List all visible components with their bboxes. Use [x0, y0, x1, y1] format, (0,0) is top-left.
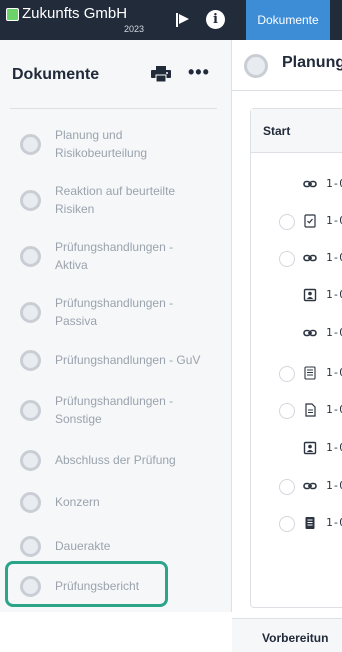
sidebar-item-label: Prüfungshandlungen - Sonstige — [55, 394, 174, 426]
checklist-icon — [303, 214, 317, 228]
checkbox[interactable] — [279, 214, 295, 230]
sidebar-item-reaktion[interactable]: Reaktion auf beurteilte Risiken — [0, 180, 222, 220]
sidebar-title: Dokumente — [12, 66, 100, 83]
document-icon — [303, 403, 317, 417]
status-circle-icon — [244, 54, 268, 78]
list-item[interactable]: 1-0 — [251, 395, 342, 429]
status-circle-icon — [20, 400, 41, 421]
list-item[interactable]: 1-0 — [251, 433, 342, 467]
contact-card-icon — [303, 288, 317, 302]
main-content: Planung Start 1-0 1-0 1-0 1-0 1-0 1-0 1-0 1-0 1-… — [232, 40, 342, 652]
status-circle-icon — [20, 350, 41, 371]
list-item[interactable]: 1-0 — [251, 471, 342, 505]
tab-dokumente[interactable]: Dokumente — [246, 0, 330, 40]
checkbox[interactable] — [279, 479, 295, 495]
document-code: 1-0 — [326, 326, 342, 339]
section-label: Vorbereitun — [262, 631, 329, 645]
company-status-icon — [6, 7, 19, 21]
sidebar-item-sonstige[interactable]: Prüfungshandlungen - Sonstige — [0, 390, 222, 430]
list-item[interactable]: 1-0 — [251, 169, 342, 203]
document-code: 1-0 — [326, 251, 342, 264]
sidebar-item-label: Konzern — [55, 495, 100, 509]
section-label: Start — [263, 124, 291, 138]
print-icon[interactable] — [151, 66, 171, 82]
list-item[interactable]: 1-0 — [251, 206, 342, 240]
main-divider — [232, 90, 342, 91]
section-panel-start: Start 1-0 1-0 1-0 1-0 1-0 1-0 1-0 1-0 1-0 1-0 — [250, 108, 342, 608]
sidebar-item-abschluss[interactable]: Abschluss der Prüfung — [0, 446, 222, 474]
checkbox[interactable] — [279, 251, 295, 267]
document-code: 1-0 — [326, 214, 342, 227]
company-selector[interactable]: Zukunfts GmbH — [6, 6, 127, 22]
sidebar-item-label: Planung und Risikobeurteilung — [55, 128, 148, 160]
section-header[interactable]: Start — [251, 109, 342, 153]
list-item[interactable]: 1-0 — [251, 280, 342, 314]
list-item[interactable]: 1-0 — [251, 318, 342, 352]
selection-highlight — [5, 561, 168, 607]
list-item[interactable]: 1-0 — [251, 508, 342, 542]
sidebar-item-label: Prüfungshandlungen - Aktiva — [55, 240, 174, 272]
link-icon — [303, 177, 317, 191]
status-circle-icon — [20, 450, 41, 471]
checkbox[interactable] — [279, 366, 295, 382]
status-circle-icon — [20, 536, 41, 557]
info-icon[interactable]: i — [206, 10, 225, 29]
more-options-icon[interactable]: ••• — [188, 62, 210, 83]
sidebar-item-label: Abschluss der Prüfung — [55, 453, 176, 467]
sidebar-item-passiva[interactable]: Prüfungshandlungen - Passiva — [0, 292, 222, 332]
status-circle-icon — [20, 246, 41, 267]
list-doc-icon — [303, 366, 317, 380]
status-circle-icon — [20, 134, 41, 155]
list-item[interactable]: 1-0 — [251, 358, 342, 392]
sidebar-item-guv[interactable]: Prüfungshandlungen - GuV — [0, 346, 222, 374]
sidebar-item-konzern[interactable]: Konzern — [0, 488, 222, 516]
status-circle-icon — [20, 302, 41, 323]
sidebar-item-planung[interactable]: Planung und Risikobeurteilung — [0, 124, 222, 164]
document-code: 1-0 — [326, 366, 342, 379]
checkbox[interactable] — [279, 403, 295, 419]
document-code: 1-0 — [326, 479, 342, 492]
sidebar-item-label: Prüfungshandlungen - Passiva — [55, 296, 174, 328]
sidebar-divider — [10, 108, 217, 109]
sidebar-item-label: Prüfungshandlungen - GuV — [55, 353, 201, 367]
status-circle-icon — [20, 492, 41, 513]
top-bar: Zukunfts GmbH 2023 i Dokumente — [0, 0, 342, 40]
sidebar-item-label: Dauerakte — [55, 539, 111, 553]
list-item[interactable]: 1-0 — [251, 243, 342, 277]
document-code: 1-0 — [326, 516, 342, 529]
flag-icon[interactable] — [174, 11, 192, 29]
document-code: 1-0 — [326, 177, 342, 190]
document-code: 1-0 — [326, 403, 342, 416]
sidebar-item-aktiva[interactable]: Prüfungshandlungen - Aktiva — [0, 236, 222, 276]
sidebar-item-dauerakte[interactable]: Dauerakte — [0, 532, 222, 560]
document-code: 1-0 — [326, 441, 342, 454]
document-code: 1-0 — [326, 288, 342, 301]
link-icon — [303, 326, 317, 340]
section-header-next[interactable]: Vorbereitun — [232, 618, 342, 652]
link-icon — [303, 479, 317, 493]
status-circle-icon — [20, 190, 41, 211]
sidebar: Dokumente ••• Planung und Risikobeurteil… — [0, 40, 232, 612]
page-title: Planung — [282, 54, 342, 71]
link-icon — [303, 251, 317, 265]
sidebar-item-label: Reaktion auf beurteilte Risiken — [55, 184, 176, 216]
contact-card-icon — [303, 441, 317, 455]
form-doc-icon — [303, 516, 317, 530]
company-name: Zukunfts GmbH — [22, 5, 128, 22]
checkbox[interactable] — [279, 516, 295, 532]
fiscal-year: 2023 — [124, 24, 145, 34]
